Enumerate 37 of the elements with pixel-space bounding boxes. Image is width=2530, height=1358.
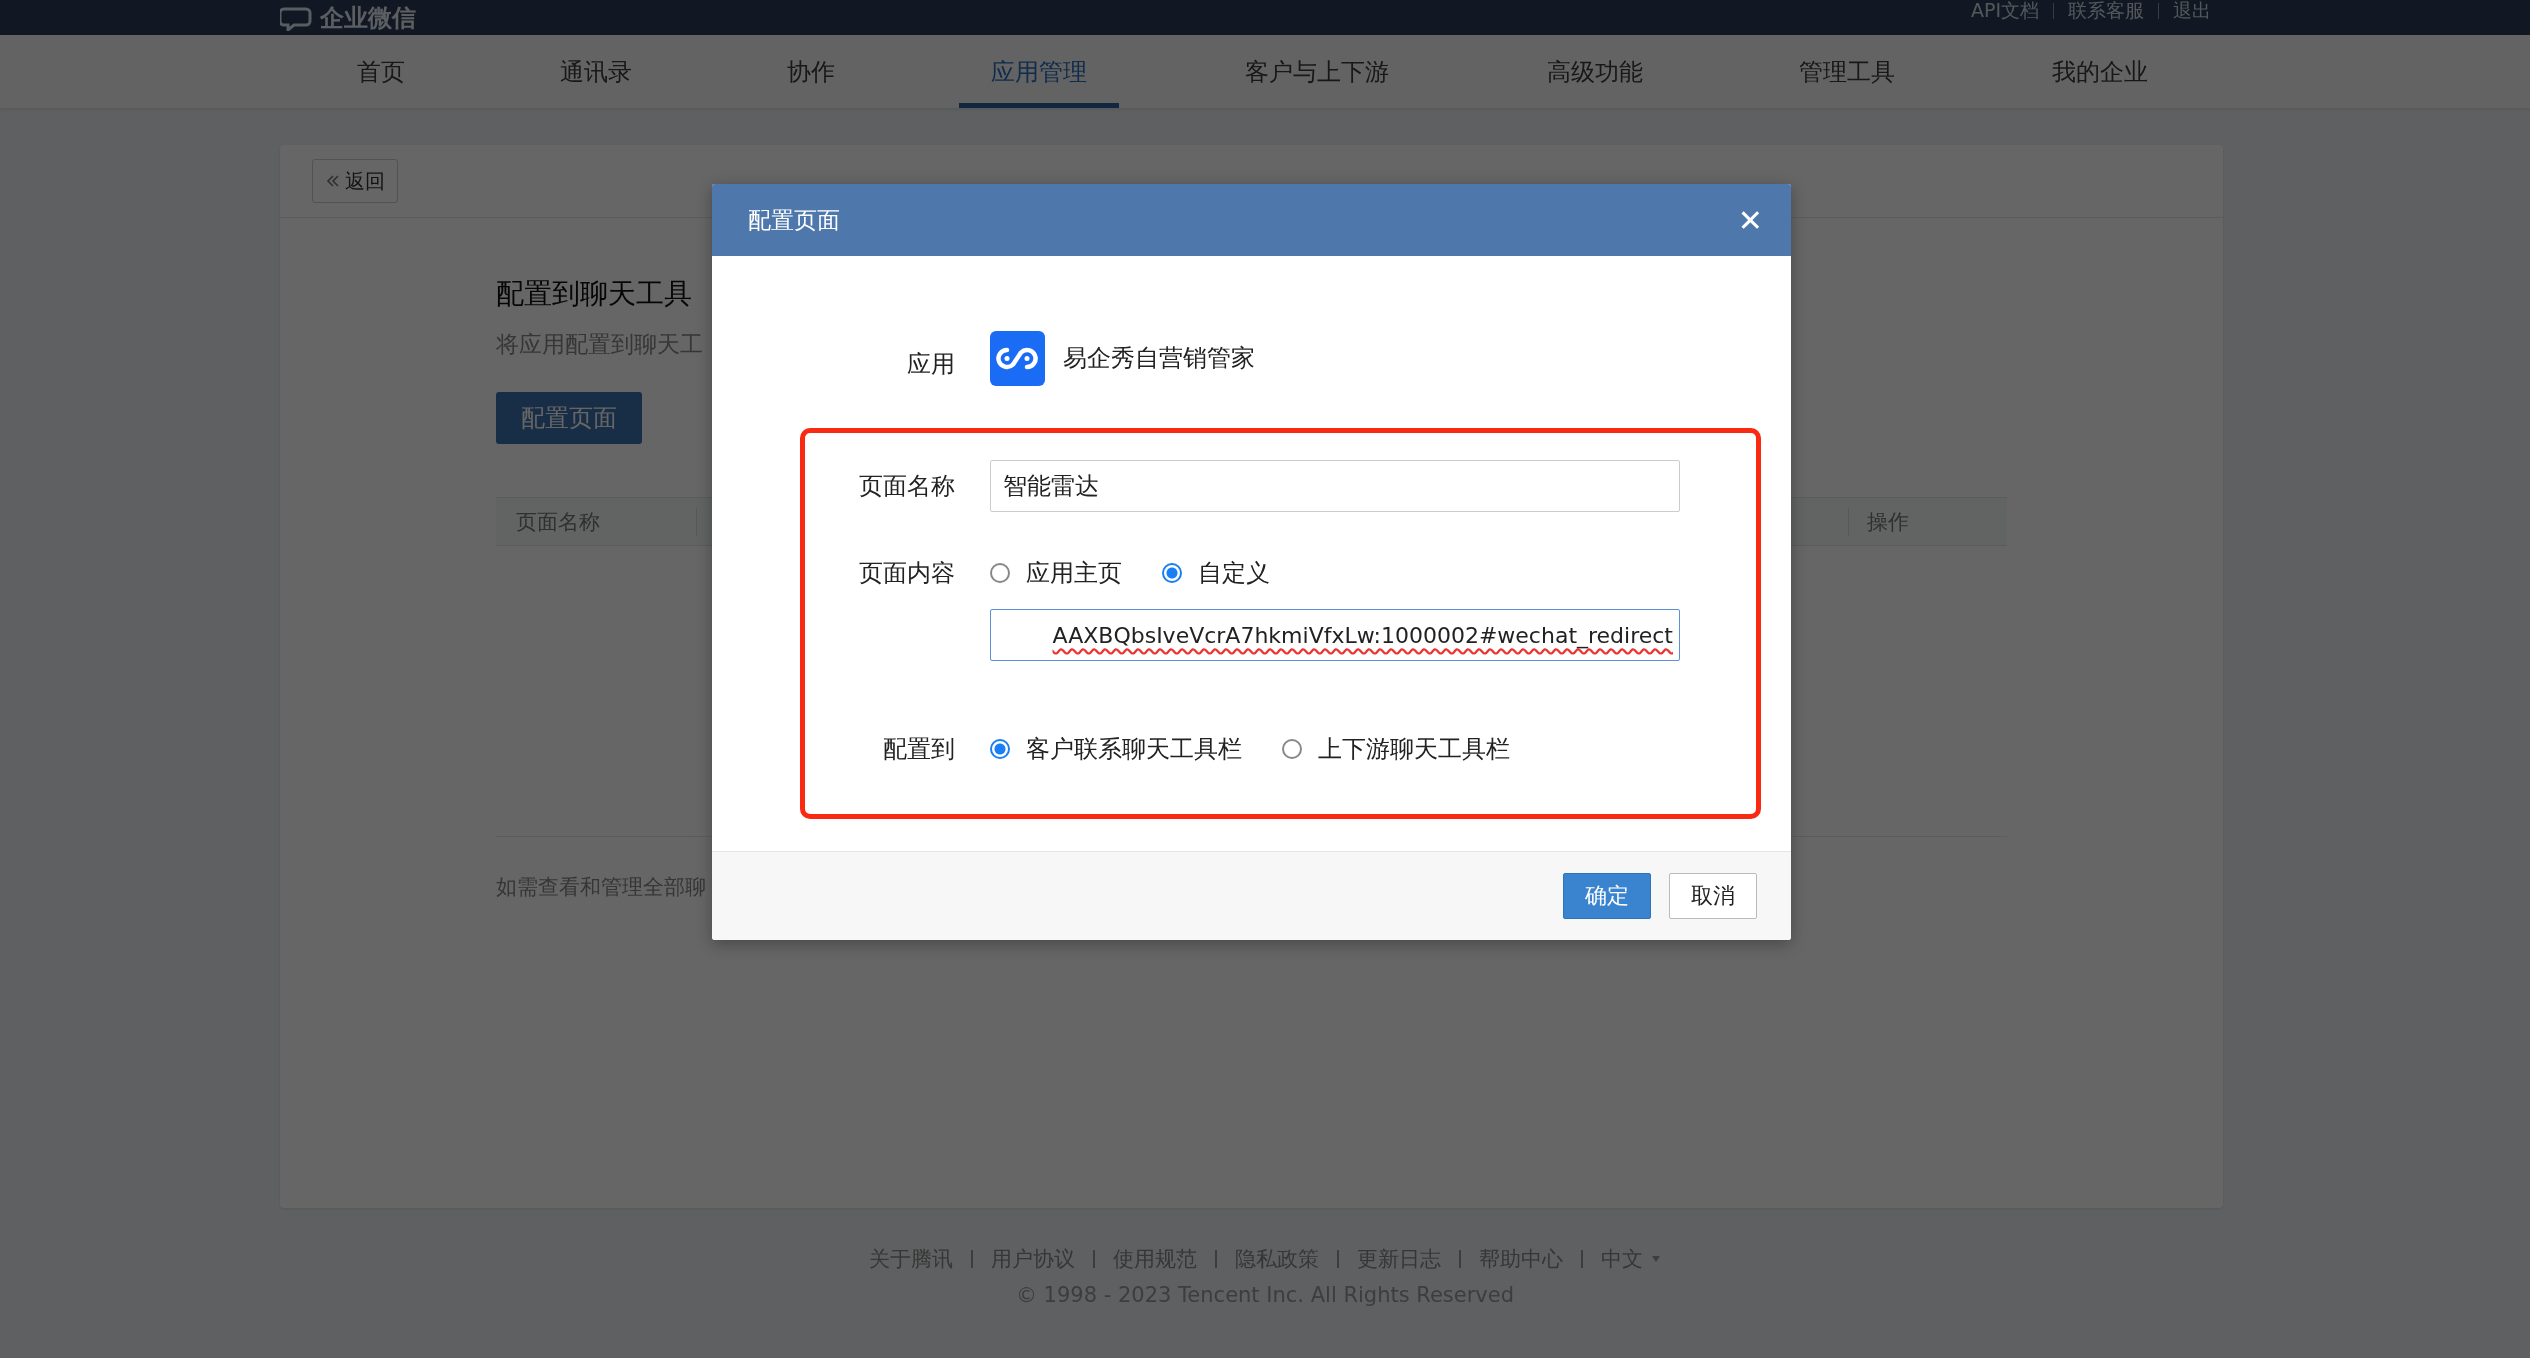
radio-label: 上下游聊天工具栏	[1318, 734, 1510, 765]
close-button[interactable]: ✕	[1731, 202, 1769, 238]
double-chevron-icon	[325, 173, 341, 189]
header-link[interactable]: API文档	[1956, 0, 2053, 24]
app-icon	[990, 330, 1045, 386]
confirm-button[interactable]: 确定	[1563, 873, 1651, 919]
nav-tab[interactable]: 首页	[301, 35, 461, 108]
header-link[interactable]: 联系客服	[2054, 0, 2158, 24]
radio-button[interactable]	[1282, 739, 1302, 759]
nav-tab[interactable]: 管理工具	[1767, 35, 1927, 108]
logo-text: 企业微信	[320, 2, 416, 34]
nav-tab[interactable]: 高级功能	[1515, 35, 1675, 108]
cancel-button[interactable]: 取消	[1669, 873, 1757, 919]
page-name-input[interactable]: 智能雷达	[990, 460, 1680, 512]
nav-tab[interactable]: 应用管理	[959, 35, 1119, 108]
field-label: 页面名称	[858, 471, 955, 502]
radio-button[interactable]	[990, 739, 1010, 759]
radio-button[interactable]	[990, 563, 1010, 583]
field-label: 页面内容	[858, 558, 955, 589]
header-link[interactable]: 退出	[2159, 0, 2225, 24]
configure-button[interactable]: 配置页面	[496, 392, 642, 444]
radio-label: 客户联系聊天工具栏	[1026, 734, 1242, 765]
back-button[interactable]: 返回	[312, 159, 398, 203]
nav-tab[interactable]: 协作	[731, 35, 891, 108]
radio-button[interactable]	[1162, 563, 1182, 583]
dialog-title: 配置页面	[748, 205, 840, 235]
nav-tab[interactable]: 我的企业	[2020, 35, 2180, 108]
nav-tab[interactable]: 通讯录	[516, 35, 676, 108]
field-label: 配置到	[882, 734, 955, 765]
field-label: 应用	[906, 349, 955, 380]
nav-tab[interactable]: 客户与上下游	[1237, 35, 1397, 108]
app-name: 易企秀自营销管家	[1063, 343, 1255, 374]
radio-label: 应用主页	[1026, 558, 1122, 589]
radio-label: 自定义	[1198, 558, 1270, 589]
url-input[interactable]: AAXBQbsIveVcrA7hkmiVfxLw:1000002#wechat_redirect	[990, 609, 1680, 661]
section-heading: 配置到聊天工具	[496, 276, 692, 312]
caret-icon	[1651, 1255, 1661, 1263]
